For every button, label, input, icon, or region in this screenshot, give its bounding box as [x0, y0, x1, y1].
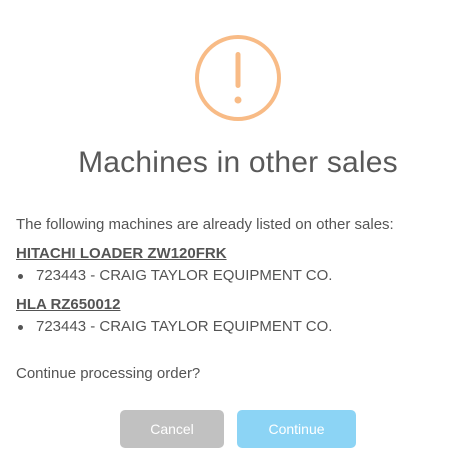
warning-icon: [195, 35, 281, 121]
dialog-title: Machines in other sales: [78, 146, 398, 179]
question-text: Continue processing order?: [16, 365, 201, 382]
sales-list: 723443 - CRAIG TAYLOR EQUIPMENT CO.: [16, 316, 460, 338]
cancel-button[interactable]: Cancel: [120, 410, 224, 448]
intro-text: The following machines are already liste…: [16, 216, 394, 233]
sale-entry: 723443 - CRAIG TAYLOR EQUIPMENT CO.: [36, 267, 333, 284]
list-item: 723443 - CRAIG TAYLOR EQUIPMENT CO.: [16, 265, 460, 287]
list-item: 723443 - CRAIG TAYLOR EQUIPMENT CO.: [16, 316, 460, 338]
continue-button[interactable]: Continue: [237, 410, 356, 448]
bullet-icon: [18, 325, 23, 330]
sales-list: 723443 - CRAIG TAYLOR EQUIPMENT CO.: [16, 265, 460, 287]
machine-name: HLA RZ650012: [16, 296, 121, 313]
confirmation-dialog: Machines in other sales The following ma…: [0, 0, 476, 464]
machine-name: HITACHI LOADER ZW120FRK: [16, 245, 227, 262]
dialog-content: The following machines are already liste…: [16, 214, 460, 338]
bullet-icon: [18, 274, 23, 279]
sale-entry: 723443 - CRAIG TAYLOR EQUIPMENT CO.: [36, 318, 333, 335]
